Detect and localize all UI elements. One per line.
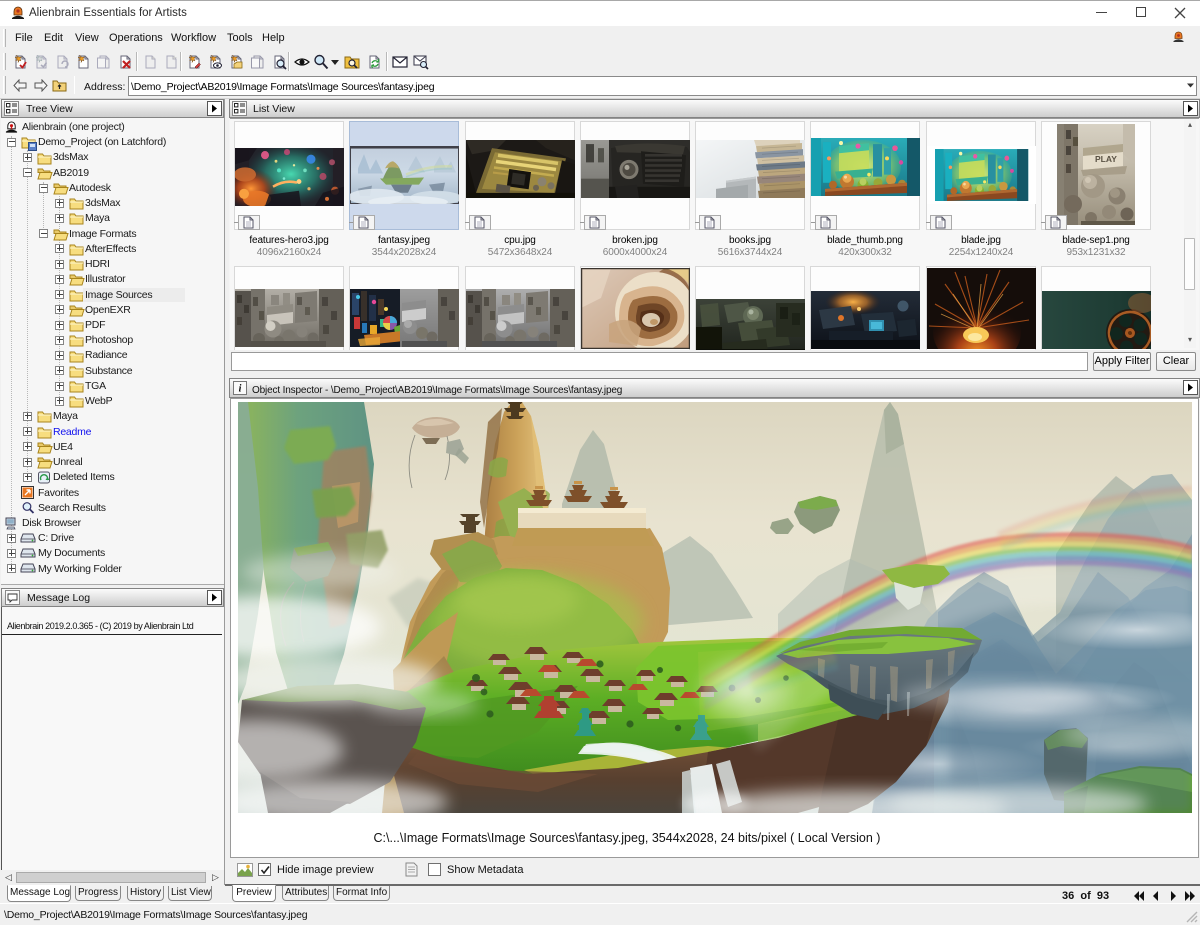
- svg-text:i: i: [239, 384, 242, 395]
- svg-text:PLAY: PLAY: [1095, 154, 1117, 164]
